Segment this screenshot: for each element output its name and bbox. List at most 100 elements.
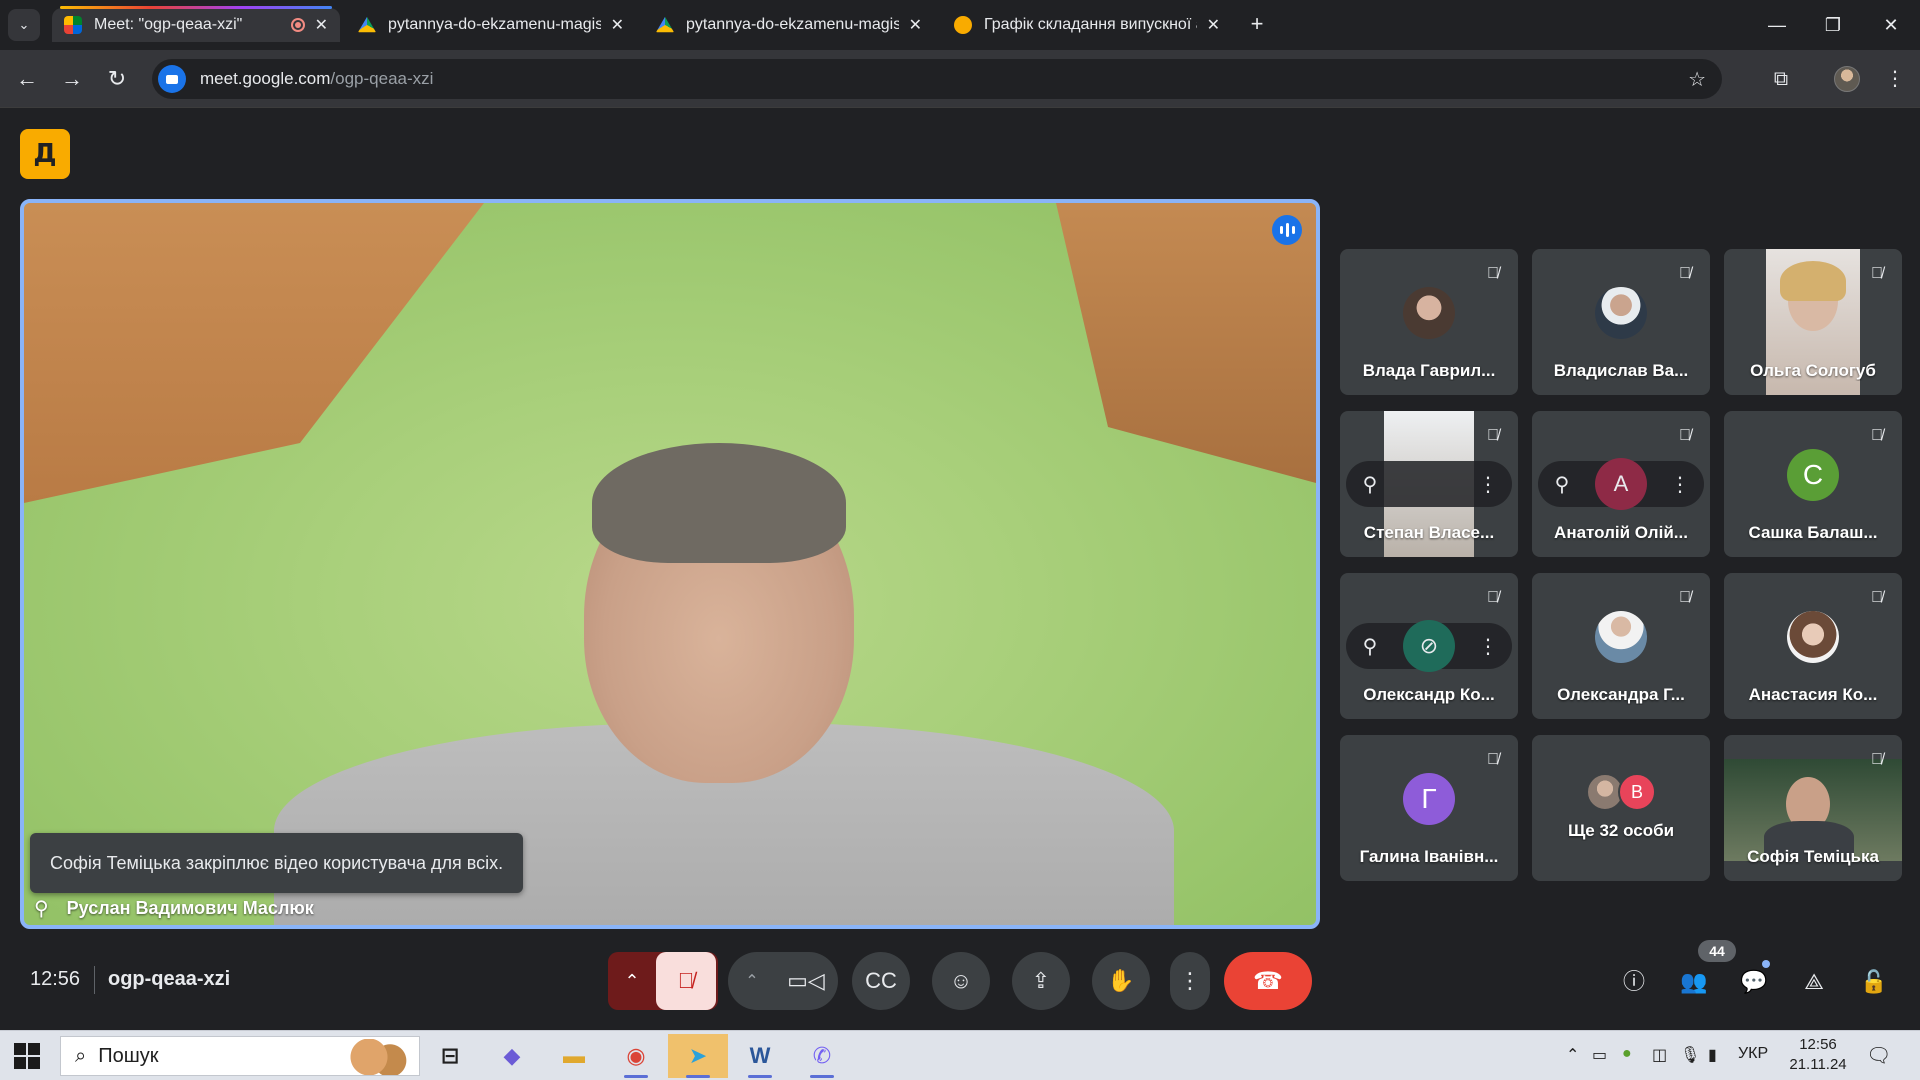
word-icon[interactable]: W [730, 1034, 790, 1078]
extensions-icon[interactable]: ⧉ [1766, 64, 1796, 94]
taskbar-search[interactable]: ⌕ Пошук [60, 1036, 420, 1076]
app-tray-icon[interactable]: ● [1622, 1045, 1632, 1063]
present-screen-icon: ⇪ [1031, 968, 1051, 993]
close-icon[interactable]: ✕ [315, 15, 328, 35]
participant-tile[interactable]: 🎙̸ Ольга Сологуб [1724, 249, 1902, 395]
more-vert-icon: ⋮ [1179, 968, 1201, 993]
viber-icon[interactable]: ✆ [792, 1034, 852, 1078]
participant-avatar [1595, 287, 1647, 339]
tab-label: Meet: "ogp-qeaa-xzi" [94, 16, 243, 33]
mic-off-icon: 🎙̸ [1487, 265, 1499, 282]
browser-tab-strip: ⌄ Meet: "ogp-qeaa-xzi" ✕ pytannya-do-ekz… [0, 0, 1920, 50]
tab-drive-1[interactable]: pytannya-do-ekzamenu-magist ✕ [346, 8, 636, 42]
back-arrow-icon[interactable]: ← [12, 64, 42, 94]
participant-avatar: С [1787, 449, 1839, 501]
more-participants-tile[interactable]: В Ще 32 особи [1532, 735, 1710, 881]
restore-icon[interactable]: ❐ [1818, 10, 1848, 40]
more-options-icon[interactable]: ⋮ [1668, 472, 1692, 497]
tab-label: pytannya-do-ekzamenu-magist [388, 16, 601, 33]
people-icon[interactable]: 👥 [1674, 962, 1714, 1002]
host-controls-icon[interactable]: 🔓 [1854, 962, 1894, 1002]
more-options-icon[interactable]: ⋮ [1476, 634, 1500, 659]
close-icon[interactable]: ✕ [909, 15, 922, 35]
more-options-icon[interactable]: ⋮ [1476, 472, 1500, 497]
camera-tray-icon[interactable]: ◫ [1652, 1045, 1667, 1065]
file-explorer-icon[interactable]: ▬ [544, 1034, 604, 1078]
minimize-icon[interactable]: — [1762, 10, 1792, 40]
participant-avatar: Г [1403, 773, 1455, 825]
camera-icon[interactable]: ▭◁ [776, 968, 836, 994]
meet-activity-logo[interactable]: Д [20, 129, 70, 179]
forward-arrow-icon[interactable]: → [57, 64, 87, 94]
window-close-icon[interactable]: ✕ [1876, 10, 1906, 40]
chat-icon[interactable]: 💬 [1734, 962, 1774, 1002]
participant-tile[interactable]: 🎙̸ Владислав Ва... [1532, 249, 1710, 395]
close-icon[interactable]: ✕ [1207, 15, 1220, 35]
chrome-web-icon [954, 16, 972, 34]
participant-tile[interactable]: 🎙̸ Олександра Г... [1532, 573, 1710, 719]
new-tab-button[interactable]: + [1244, 12, 1270, 38]
copilot-icon[interactable]: ◆ [482, 1034, 542, 1078]
pin-icon[interactable]: ⚲ [1550, 472, 1574, 497]
chrome-menu-icon[interactable]: ⋮ [1880, 64, 1910, 94]
participant-avatar [1403, 287, 1455, 339]
tab-schedule[interactable]: Графік складання випускної ат ✕ [942, 8, 1232, 42]
pin-icon[interactable]: ⚲ [1358, 472, 1382, 497]
telegram-icon[interactable]: ➤ [668, 1034, 728, 1078]
participant-tile[interactable]: 🎙̸ Анастасия Ко... [1724, 573, 1902, 719]
tab-drive-2[interactable]: pytannya-do-ekzamenu-magist ✕ [644, 8, 934, 42]
mic-off-icon: 🎙̸ [1871, 589, 1883, 606]
reload-icon[interactable]: ↻ [102, 64, 132, 94]
captions-button[interactable]: CC [852, 952, 910, 1010]
captions-icon: CC [865, 968, 897, 993]
emoji-icon: ☺ [949, 968, 973, 993]
participant-tile[interactable]: 🎙̸ ⚲ ⋮ Степан Власе... [1340, 411, 1518, 557]
microphone-control: ⌃ 🎙̸ [608, 952, 718, 1010]
video-options-caret-icon[interactable]: ⌃ [728, 971, 776, 991]
microphone-off-icon[interactable]: 🎙̸ [656, 952, 716, 1010]
more-options-button[interactable]: ⋮ [1170, 952, 1210, 1010]
participant-name: Влада Гаврил... [1362, 361, 1496, 380]
battery-icon[interactable]: ▮ [1708, 1045, 1717, 1065]
raise-hand-button[interactable]: ✋ [1092, 952, 1150, 1010]
close-icon[interactable]: ✕ [611, 15, 624, 35]
participant-tile[interactable]: 🎙̸ С Сашка Балаш... [1724, 411, 1902, 557]
taskbar-clock[interactable]: 12:56 21.11.24 [1786, 1035, 1850, 1075]
participant-tile[interactable]: 🎙̸ ⚲ ⊘ ⋮ Олександр Ко... [1340, 573, 1518, 719]
reactions-button[interactable]: ☺ [932, 952, 990, 1010]
address-bar[interactable]: meet.google.com/ogp-qeaa-xzi ☆ [152, 59, 1722, 99]
tab-label: Графік складання випускної ат [984, 16, 1197, 33]
tab-search-button[interactable]: ⌄ [8, 9, 40, 41]
mic-off-icon: 🎙̸ [1487, 589, 1499, 606]
tab-meet[interactable]: Meet: "ogp-qeaa-xzi" ✕ [52, 8, 340, 42]
task-view-icon[interactable]: ⊟ [420, 1034, 480, 1078]
leave-call-button[interactable]: ☎ [1224, 952, 1312, 1010]
bookmark-star-icon[interactable]: ☆ [1688, 67, 1706, 92]
google-drive-icon [358, 16, 376, 33]
profile-avatar[interactable] [1834, 66, 1860, 92]
notifications-icon[interactable]: 🗨 [1866, 1043, 1891, 1068]
participant-avatar: В [1618, 773, 1656, 811]
pin-notification-toast: Софія Теміцька закріплює відео користува… [30, 833, 524, 893]
participant-name: Олександр Ко... [1363, 685, 1495, 704]
pin-icon[interactable]: ⚲ [1358, 634, 1382, 659]
meeting-info-icon[interactable]: ⓘ [1614, 962, 1654, 1002]
participant-tile[interactable]: 🎙̸ Влада Гаврил... [1340, 249, 1518, 395]
network-display-icon[interactable]: ▭ [1592, 1045, 1607, 1065]
pinned-main-video[interactable]: Софія Теміцька закріплює відео користува… [20, 199, 1320, 929]
activities-icon[interactable]: ⟁ [1794, 962, 1834, 1002]
meeting-code: ogp-qeaa-xzi [108, 968, 231, 990]
meeting-time: 12:56 [30, 968, 81, 990]
mute-participant-icon[interactable] [1403, 458, 1455, 510]
participant-tile[interactable]: 🎙̸ Г Галина Іванівн... [1340, 735, 1518, 881]
present-button[interactable]: ⇪ [1012, 952, 1070, 1010]
language-indicator[interactable]: УКР [1738, 1045, 1768, 1063]
tray-overflow-icon[interactable]: ⌃ [1566, 1045, 1579, 1065]
windows-start-icon[interactable] [14, 1043, 40, 1069]
microphone-tray-icon[interactable]: 🎙 [1680, 1045, 1700, 1065]
participant-tile[interactable]: 🎙̸ ⚲ A ⋮ Анатолій Олій... [1532, 411, 1710, 557]
chrome-icon[interactable]: ◉ [606, 1034, 666, 1078]
participant-tile[interactable]: 🎙̸ Софія Теміцька [1724, 735, 1902, 881]
audio-options-caret-icon[interactable]: ⌃ [608, 971, 656, 992]
participant-avatar: ⊘ [1403, 620, 1455, 672]
